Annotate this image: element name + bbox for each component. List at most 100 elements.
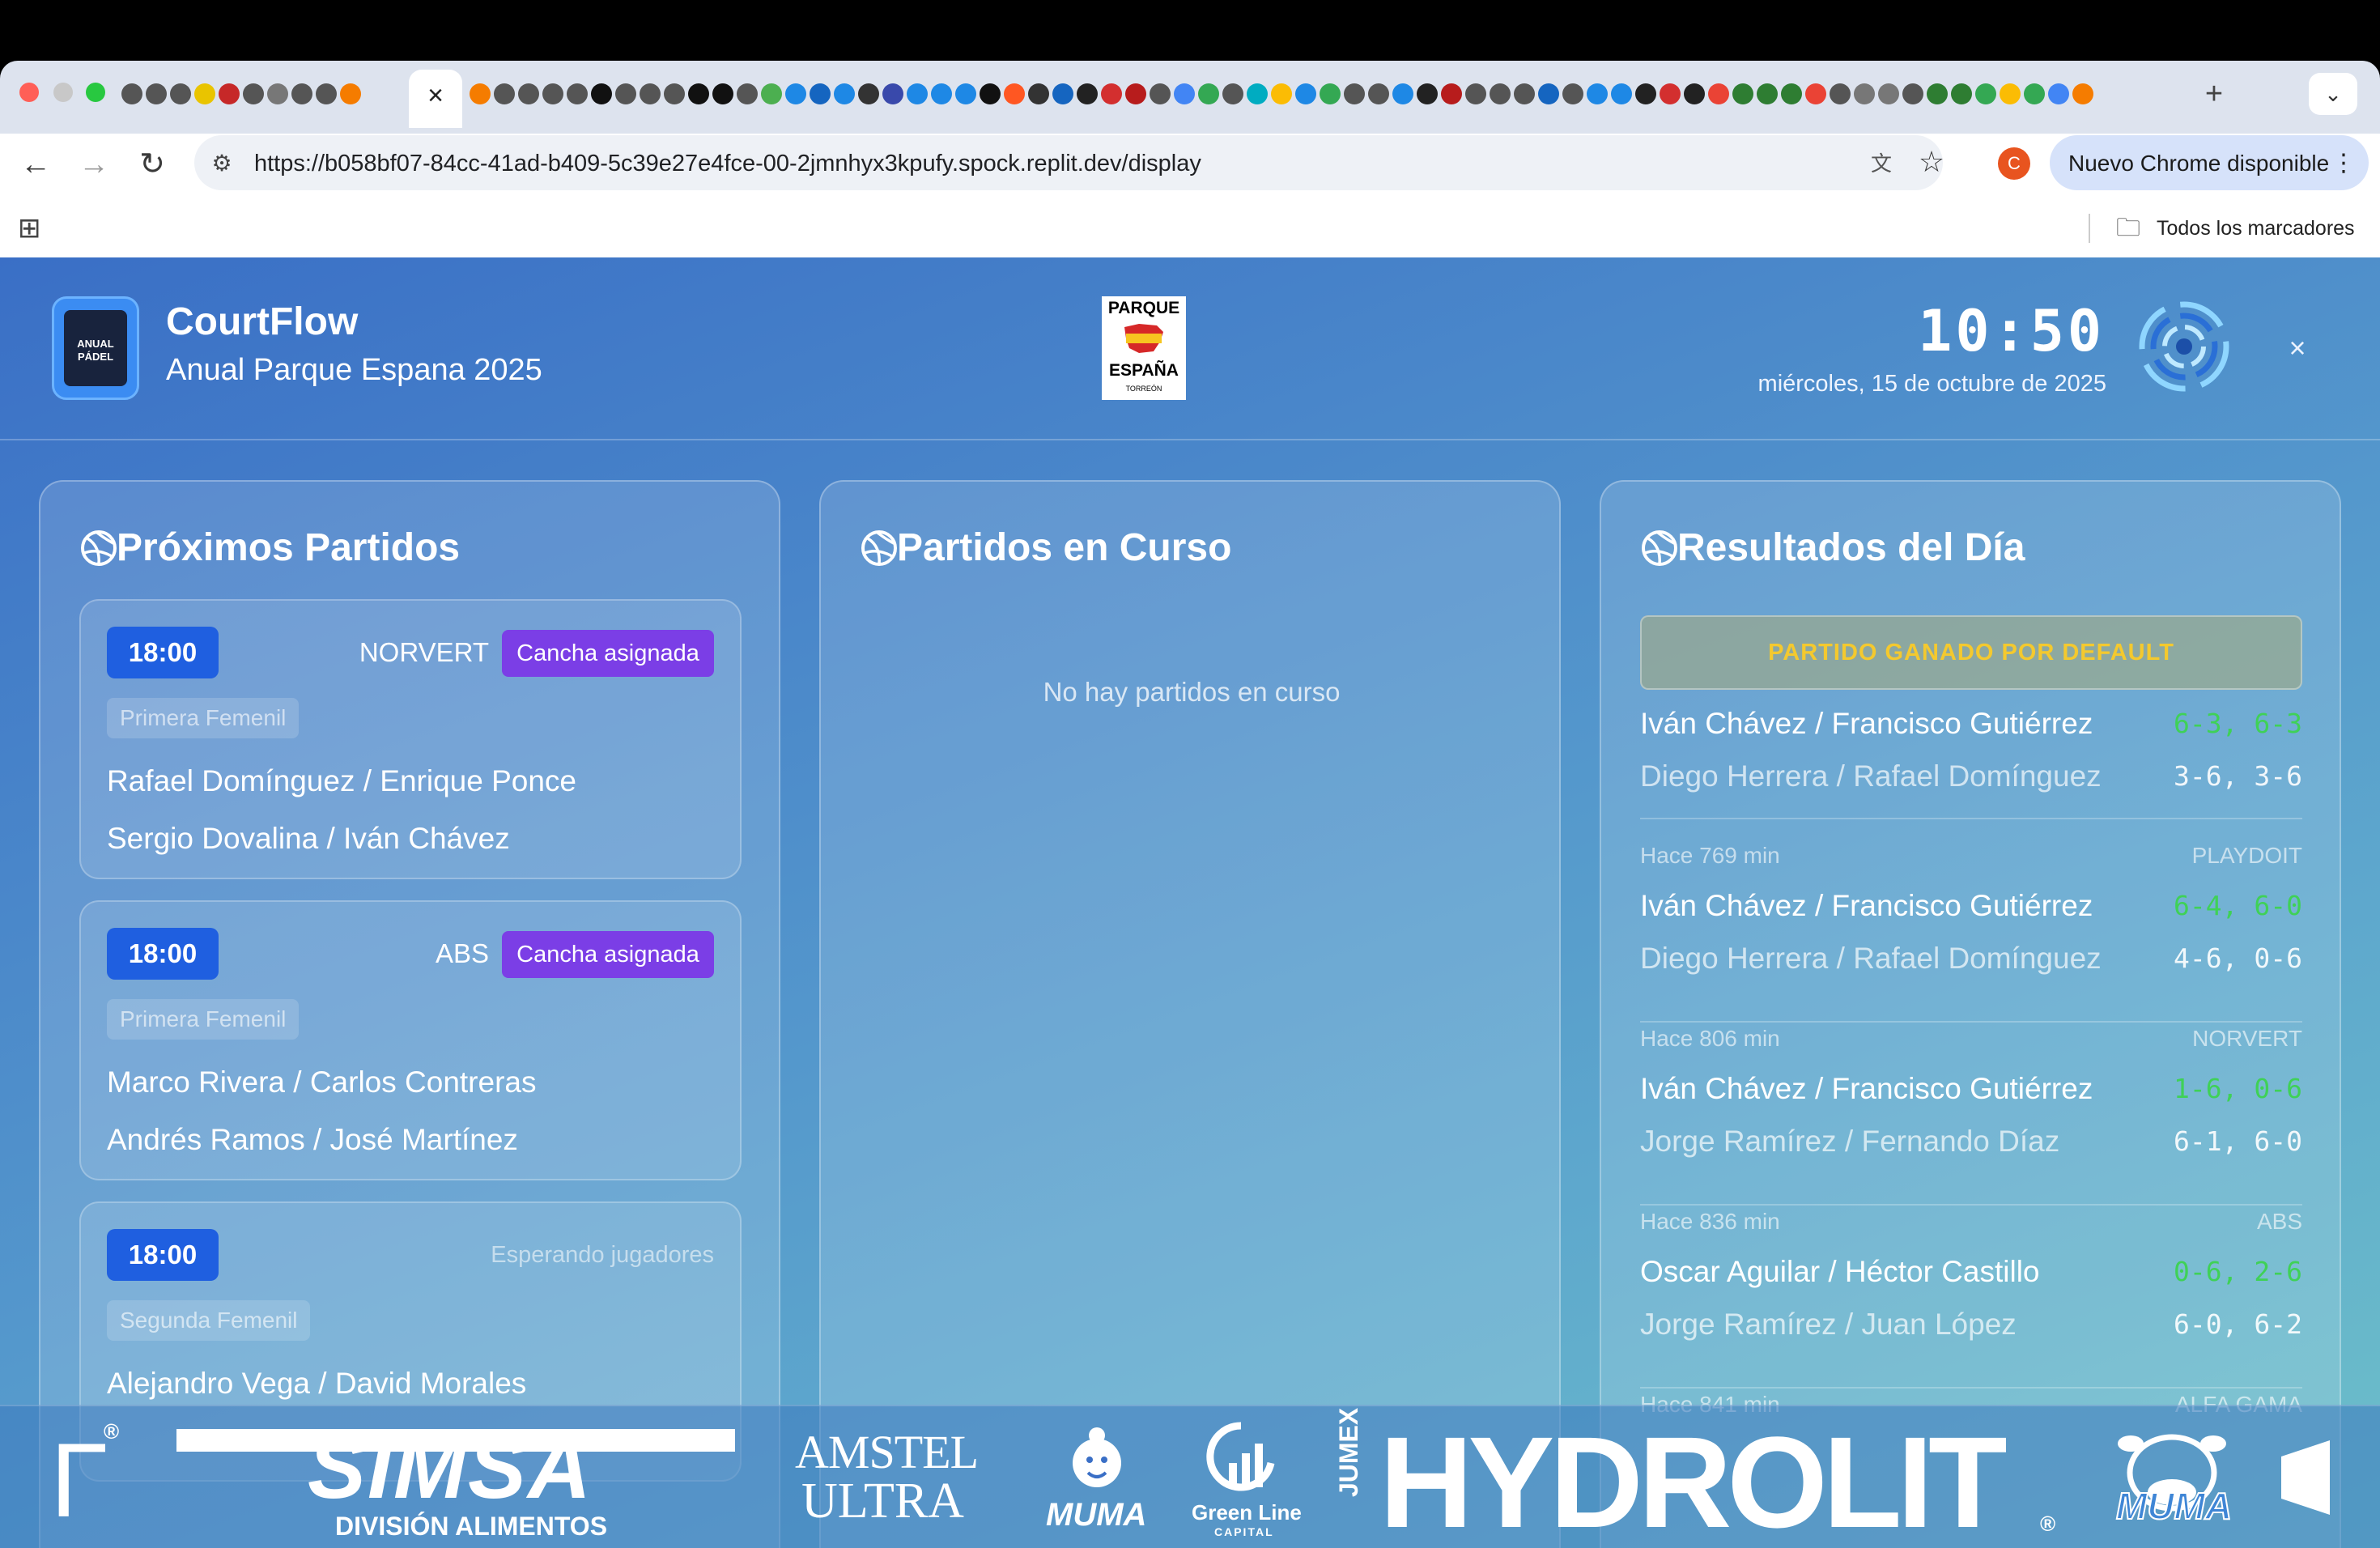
- tab-favicon-icon[interactable]: [1684, 83, 1705, 104]
- tab-favicon-icon[interactable]: [316, 83, 337, 104]
- tab-favicon-icon[interactable]: [907, 83, 928, 104]
- tab-favicon-icon[interactable]: [1052, 83, 1073, 104]
- bookmark-star-icon[interactable]: ☆: [1914, 144, 1949, 180]
- tab-favicon-icon[interactable]: [2072, 83, 2093, 104]
- close-window-button[interactable]: [19, 83, 39, 102]
- tab-favicon-icon[interactable]: [1708, 83, 1729, 104]
- tab-favicon-icon[interactable]: [1465, 83, 1486, 104]
- maximize-window-button[interactable]: [86, 83, 105, 102]
- tab-favicon-icon[interactable]: [785, 83, 806, 104]
- tab-favicon-icon[interactable]: [1660, 83, 1681, 104]
- tab-favicon-icon[interactable]: [615, 83, 636, 104]
- tab-favicon-icon[interactable]: [219, 83, 240, 104]
- tab-favicon-icon[interactable]: [243, 83, 264, 104]
- upcoming-match-card[interactable]: 18:00 NORVERT Cancha asignada Primera Fe…: [79, 599, 742, 879]
- tab-favicon-icon[interactable]: [340, 83, 361, 104]
- apps-grid-icon[interactable]: ⊞: [18, 214, 47, 243]
- tab-favicon-icon[interactable]: [1635, 83, 1656, 104]
- tab-favicon-icon[interactable]: [1538, 83, 1559, 104]
- tab-favicon-icon[interactable]: [1271, 83, 1292, 104]
- tab-favicon-icon[interactable]: [470, 83, 491, 104]
- tab-favicon-icon[interactable]: [121, 83, 142, 104]
- tab-favicon-icon[interactable]: [1878, 83, 1899, 104]
- tab-favicon-icon[interactable]: [858, 83, 879, 104]
- tab-favicon-icon[interactable]: [955, 83, 976, 104]
- tab-favicon-icon[interactable]: [1562, 83, 1583, 104]
- tab-favicon-icon[interactable]: [1441, 83, 1462, 104]
- tab-favicon-icon[interactable]: [1902, 83, 1923, 104]
- close-tab-icon[interactable]: ×: [419, 76, 452, 115]
- tab-favicon-icon[interactable]: [1951, 83, 1972, 104]
- tab-favicon-icon[interactable]: [1077, 83, 1098, 104]
- forward-icon[interactable]: →: [71, 142, 117, 187]
- tab-favicon-icon[interactable]: [2024, 83, 2045, 104]
- tab-favicon-icon[interactable]: [980, 83, 1001, 104]
- tab-favicon-icon[interactable]: [591, 83, 612, 104]
- tab-search-button[interactable]: ⌄: [2309, 73, 2357, 115]
- new-tab-button[interactable]: +: [2198, 74, 2230, 113]
- result-item[interactable]: Iván Chávez / Francisco Gutiérrez 6-3, 6…: [1640, 696, 2302, 819]
- all-bookmarks-link[interactable]: Todos los marcadores: [2157, 214, 2367, 243]
- chrome-menu-icon[interactable]: ⋮: [2331, 146, 2356, 181]
- tab-favicon-icon[interactable]: [1247, 83, 1268, 104]
- tab-favicon-icon[interactable]: [882, 83, 903, 104]
- tab-favicon-icon[interactable]: [1611, 83, 1632, 104]
- translate-icon[interactable]: 文: [1864, 146, 1899, 181]
- tab-favicon-icon[interactable]: [494, 83, 515, 104]
- tab-favicon-icon[interactable]: [1125, 83, 1146, 104]
- tab-favicon-icon[interactable]: [1004, 83, 1025, 104]
- tab-favicon-icon[interactable]: [688, 83, 709, 104]
- tab-favicon-icon[interactable]: [1295, 83, 1316, 104]
- tab-favicon-icon[interactable]: [1101, 83, 1122, 104]
- result-item[interactable]: Hace 836 min ABS Oscar Aguilar / Héctor …: [1640, 1204, 2302, 1389]
- tab-favicon-icon[interactable]: [1174, 83, 1195, 104]
- profile-avatar[interactable]: C: [1998, 147, 2030, 180]
- tab-favicon-icon[interactable]: [2000, 83, 2021, 104]
- tab-favicon-icon[interactable]: [1975, 83, 1996, 104]
- tab-favicon-icon[interactable]: [931, 83, 952, 104]
- tab-favicon-icon[interactable]: [1320, 83, 1341, 104]
- reload-icon[interactable]: ↻: [130, 142, 175, 187]
- site-info-icon[interactable]: ⚙: [204, 146, 240, 181]
- tab-favicon-icon[interactable]: [1805, 83, 1826, 104]
- tab-favicon-icon[interactable]: [1222, 83, 1243, 104]
- chrome-update-label[interactable]: Nuevo Chrome disponible: [2068, 146, 2329, 181]
- tab-favicon-icon[interactable]: [146, 83, 167, 104]
- tab-favicon-icon[interactable]: [664, 83, 685, 104]
- tab-favicon-icon[interactable]: [2048, 83, 2069, 104]
- tab-favicon-icon[interactable]: [1198, 83, 1219, 104]
- tab-favicon-icon[interactable]: [1417, 83, 1438, 104]
- tab-favicon-icon[interactable]: [1344, 83, 1365, 104]
- tab-favicon-icon[interactable]: [567, 83, 588, 104]
- tab-favicon-icon[interactable]: [640, 83, 661, 104]
- tab-favicon-icon[interactable]: [737, 83, 758, 104]
- tab-favicons[interactable]: [470, 78, 2186, 110]
- tab-favicon-icon[interactable]: [518, 83, 539, 104]
- tab-favicon-icon[interactable]: [834, 83, 855, 104]
- url-text[interactable]: https://b058bf07-84cc-41ad-b409-5c39e27e…: [254, 146, 1792, 181]
- tab-favicon-icon[interactable]: [1490, 83, 1511, 104]
- tab-favicon-icon[interactable]: [761, 83, 782, 104]
- upcoming-match-card[interactable]: 18:00 ABS Cancha asignada Primera Femeni…: [79, 900, 742, 1180]
- tab-favicon-icon[interactable]: [1587, 83, 1608, 104]
- tab-favicon-icon[interactable]: [1028, 83, 1049, 104]
- folder-icon[interactable]: 🗀: [2116, 214, 2145, 243]
- tab-favicon-icon[interactable]: [542, 83, 563, 104]
- tab-favicon-icon[interactable]: [1854, 83, 1875, 104]
- tab-favicon-icon[interactable]: [170, 83, 191, 104]
- tab-favicon-icon[interactable]: [1927, 83, 1948, 104]
- tab-favicon-icon[interactable]: [1392, 83, 1413, 104]
- tab-favicon-icon[interactable]: [1757, 83, 1778, 104]
- back-icon[interactable]: ←: [13, 142, 58, 187]
- tab-favicon-icon[interactable]: [291, 83, 312, 104]
- close-display-button[interactable]: ×: [2280, 330, 2315, 366]
- pinned-tab-favicons[interactable]: [121, 78, 406, 110]
- tab-favicon-icon[interactable]: [1781, 83, 1802, 104]
- result-item[interactable]: Hace 769 min PLAYDOIT Iván Chávez / Fran…: [1640, 838, 2302, 1023]
- tab-favicon-icon[interactable]: [712, 83, 733, 104]
- result-item[interactable]: Hace 806 min NORVERT Iván Chávez / Franc…: [1640, 1021, 2302, 1206]
- tab-favicon-icon[interactable]: [267, 83, 288, 104]
- tab-favicon-icon[interactable]: [810, 83, 831, 104]
- tab-favicon-icon[interactable]: [1732, 83, 1753, 104]
- tab-favicon-icon[interactable]: [1514, 83, 1535, 104]
